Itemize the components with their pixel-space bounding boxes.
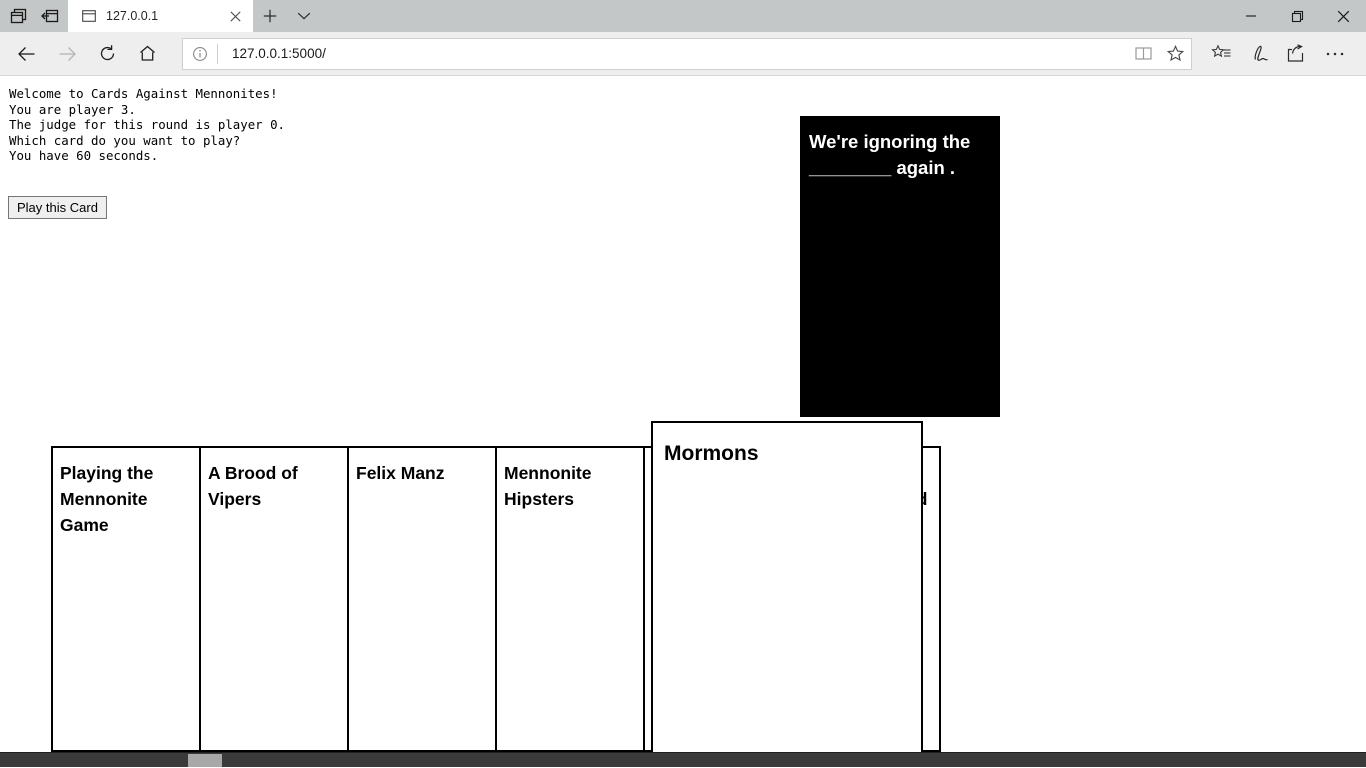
window-controls	[1228, 0, 1366, 32]
set-aside-tabs-icon[interactable]	[34, 1, 66, 31]
player-hand: Playing the Mennonite Game A Brood of Vi…	[51, 421, 941, 767]
star-icon[interactable]	[1159, 39, 1191, 69]
reading-view-icon[interactable]	[1127, 39, 1159, 69]
hand-card-hovered-text: Mormons	[664, 442, 759, 465]
black-prompt-card: We're ignoring the ________ again .	[800, 116, 1000, 417]
browser-window: 127.0.0.1 127.0.0.1:5000/ Welcome to Car…	[0, 0, 1366, 768]
horizontal-scrollbar-thumb[interactable]	[188, 754, 222, 767]
hand-card-text: A Brood of Vipers	[208, 463, 298, 509]
browser-tab[interactable]: 127.0.0.1	[68, 0, 253, 32]
hand-card-text: Mennonite Hipsters	[504, 463, 592, 509]
share-icon[interactable]	[1278, 36, 1316, 72]
hand-card-text: Playing the Mennonite Game	[60, 463, 154, 535]
address-bar[interactable]: 127.0.0.1:5000/	[182, 37, 1192, 70]
game-status-text: Welcome to Cards Against Mennonites! You…	[9, 86, 286, 163]
tab-preview-icon[interactable]	[2, 1, 34, 31]
black-card-text: We're ignoring the ________ again .	[809, 131, 971, 178]
favorites-icon[interactable]	[1202, 36, 1240, 72]
tab-title: 127.0.0.1	[106, 9, 159, 23]
tabstrip-left-buttons	[0, 0, 68, 32]
settings-more-icon[interactable]	[1316, 36, 1354, 72]
hand-card[interactable]: Mennonite Hipsters	[495, 446, 645, 752]
new-tab-button[interactable]	[253, 0, 287, 32]
page-viewport: Welcome to Cards Against Mennonites! You…	[0, 76, 1366, 767]
title-bar: 127.0.0.1	[0, 0, 1366, 32]
close-button[interactable]	[1320, 0, 1366, 32]
minimize-button[interactable]	[1228, 0, 1274, 32]
notes-icon[interactable]	[1240, 36, 1278, 72]
back-button[interactable]	[8, 36, 46, 72]
tab-menu-chevron-down-icon[interactable]	[287, 0, 321, 32]
tab-close-icon[interactable]	[223, 4, 247, 28]
address-bar-url[interactable]: 127.0.0.1:5000/	[218, 46, 1127, 61]
hand-card[interactable]: Felix Manz	[347, 446, 497, 752]
browser-toolbar: 127.0.0.1:5000/	[0, 32, 1366, 76]
home-icon[interactable]	[128, 36, 166, 72]
hand-card-text: Felix Manz	[356, 463, 445, 483]
refresh-button[interactable]	[88, 36, 126, 72]
hand-card-hovered[interactable]: Mormons	[651, 421, 923, 767]
hand-card[interactable]: Playing the Mennonite Game	[51, 446, 201, 752]
forward-button[interactable]	[48, 36, 86, 72]
toolbar-right-buttons	[1202, 36, 1354, 72]
page-icon	[80, 7, 98, 25]
horizontal-scrollbar[interactable]	[0, 752, 1366, 767]
hand-card[interactable]: A Brood of Vipers	[199, 446, 349, 752]
info-icon[interactable]	[183, 39, 217, 69]
restore-button[interactable]	[1274, 0, 1320, 32]
play-this-card-button[interactable]: Play this Card	[8, 196, 107, 219]
